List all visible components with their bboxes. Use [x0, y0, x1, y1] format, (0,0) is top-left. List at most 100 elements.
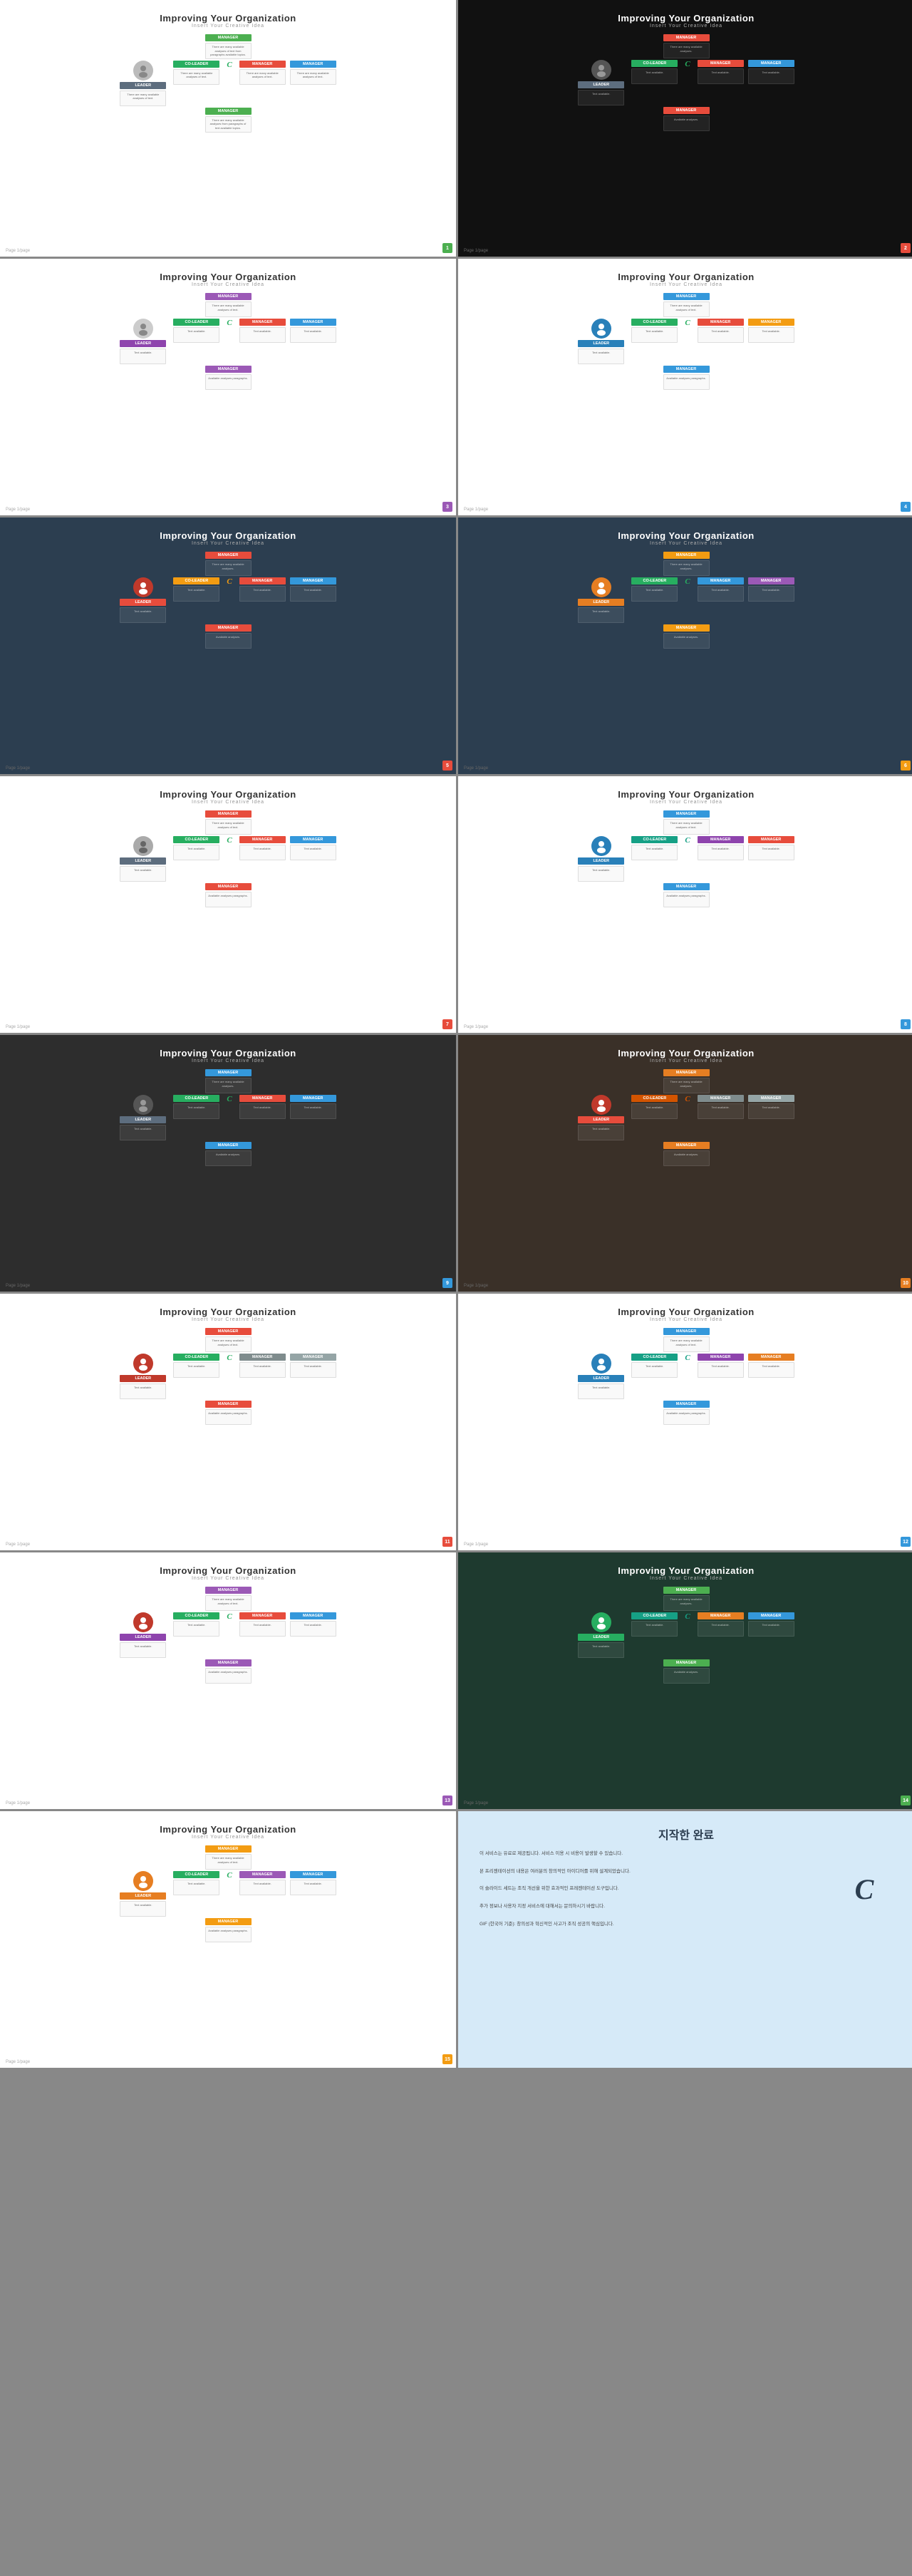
- slide-9-subtitle: Insert Your Creative Idea: [192, 1058, 264, 1063]
- slide-11-subtitle: Insert Your Creative Idea: [192, 1317, 264, 1322]
- slide-10-title: Improving Your Organization: [618, 1048, 754, 1058]
- page-11: Page 1/page: [6, 1542, 30, 1547]
- c-logo-14: C: [685, 1612, 690, 1621]
- page-6: Page 1/page: [464, 766, 488, 771]
- completion-text: 이 서비스는 유료로 제공됩니다. 서비스 이용 시 비용이 발생할 수 있습니…: [480, 1850, 822, 1929]
- slide-6-title: Improving Your Organization: [618, 530, 754, 541]
- badge-12: 12: [901, 1537, 911, 1547]
- slide-10: Improving Your Organization Insert Your …: [458, 1035, 912, 1292]
- top-manager-label: MANAGER: [205, 34, 252, 41]
- badge-6: 6: [901, 761, 911, 771]
- c-logo: C: [227, 61, 232, 69]
- slide-11: Improving Your Organization Insert Your …: [0, 1294, 456, 1550]
- page-5: Page 1/page: [6, 766, 30, 771]
- slide-16-completion: 지작한 완료 이 서비스는 유료로 제공됩니다. 서비스 이용 시 비용이 발생…: [458, 1811, 912, 2068]
- org-chart-2: MANAGER There are many available analyse…: [480, 34, 893, 131]
- slide-6: Improving Your Organization Insert Your …: [458, 517, 912, 774]
- slide-9: Improving Your Organization Insert Your …: [0, 1035, 456, 1292]
- slide-7-subtitle: Insert Your Creative Idea: [192, 800, 264, 805]
- slide-15-subtitle: Insert Your Creative Idea: [192, 1835, 264, 1840]
- c-logo-2: C: [685, 60, 690, 68]
- badge-15: 15: [442, 2054, 452, 2064]
- page-12: Page 1/page: [464, 1542, 488, 1547]
- badge-11: 11: [442, 1537, 452, 1547]
- org-chart-13: MANAGER There are many available analyse…: [21, 1587, 435, 1684]
- slide-14: Improving Your Organization Insert Your …: [458, 1552, 912, 1809]
- badge-3: 3: [442, 502, 452, 512]
- slide-7-title: Improving Your Organization: [160, 789, 296, 800]
- page-1: Page 1/page: [6, 249, 30, 253]
- slides-grid: Improving Your Organization Insert Your …: [0, 0, 912, 2068]
- c-logo-5: C: [227, 577, 232, 586]
- slide-1-subtitle: Insert Your Creative Idea: [192, 24, 264, 29]
- c-logo-10: C: [685, 1095, 690, 1103]
- slide-2-subtitle: Insert Your Creative Idea: [650, 24, 722, 29]
- slide-12-subtitle: Insert Your Creative Idea: [650, 1317, 722, 1322]
- slide-3: Improving Your Organization Insert Your …: [0, 259, 456, 515]
- slide-2: Improving Your Organization Insert Your …: [458, 0, 912, 257]
- badge-4: 4: [901, 502, 911, 512]
- slide-5-title: Improving Your Organization: [160, 530, 296, 541]
- slide-4-subtitle: Insert Your Creative Idea: [650, 282, 722, 287]
- badge-13: 13: [442, 1796, 452, 1805]
- page-7: Page 1/page: [6, 1025, 30, 1029]
- slide-5: Improving Your Organization Insert Your …: [0, 517, 456, 774]
- badge-9: 9: [442, 1278, 452, 1288]
- badge-8: 8: [901, 1019, 911, 1029]
- page-15: Page 1/page: [6, 2060, 30, 2064]
- page-3: Page 1/page: [6, 508, 30, 512]
- org-chart-15: MANAGER There are many available analyse…: [21, 1845, 435, 1942]
- page-2: Page 1/page: [464, 249, 488, 253]
- c-logo-9: C: [227, 1095, 232, 1103]
- org-chart-14: MANAGER There are many available analyse…: [480, 1587, 893, 1684]
- org-chart-11: MANAGER There are many available analyse…: [21, 1328, 435, 1425]
- page-10: Page 1/page: [464, 1284, 488, 1288]
- completion-title: 지작한 완료: [658, 1825, 714, 1843]
- org-chart-12: MANAGER There are many available analyse…: [480, 1328, 893, 1425]
- org-chart-9: MANAGER There are many available analyse…: [21, 1069, 435, 1166]
- completion-content-wrapper: 이 서비스는 유료로 제공됩니다. 서비스 이용 시 비용이 발생할 수 있습니…: [480, 1850, 893, 1929]
- page-13: Page 1/page: [6, 1801, 30, 1805]
- page-14: Page 1/page: [464, 1801, 488, 1805]
- page-8: Page 1/page: [464, 1025, 488, 1029]
- c-logo-12: C: [685, 1354, 690, 1362]
- org-chart-10: MANAGER There are many available analyse…: [480, 1069, 893, 1166]
- org-chart-3: MANAGER There are many available analyse…: [21, 293, 435, 390]
- slide-3-subtitle: Insert Your Creative Idea: [192, 282, 264, 287]
- org-chart-1: MANAGER There are many available analyse…: [21, 34, 435, 133]
- slide-10-subtitle: Insert Your Creative Idea: [650, 1058, 722, 1063]
- org-chart-7: MANAGER There are many available analyse…: [21, 810, 435, 907]
- slide-8-title: Improving Your Organization: [618, 789, 754, 800]
- c-logo-15: C: [227, 1871, 232, 1880]
- badge-10: 10: [901, 1278, 911, 1288]
- slide-12: Improving Your Organization Insert Your …: [458, 1294, 912, 1550]
- slide-14-title: Improving Your Organization: [618, 1565, 754, 1576]
- c-logo-3: C: [227, 319, 232, 327]
- c-logo-7: C: [227, 836, 232, 845]
- c-logo-8: C: [685, 836, 690, 845]
- badge-1: 1: [442, 243, 452, 253]
- slide-13-subtitle: Insert Your Creative Idea: [192, 1576, 264, 1581]
- org-chart-8: MANAGER There are many available analyse…: [480, 810, 893, 907]
- c-logo-11: C: [227, 1354, 232, 1362]
- page-9: Page 1/page: [6, 1284, 30, 1288]
- c-logo-6: C: [685, 577, 690, 586]
- org-chart-6: MANAGER There are many available analyse…: [480, 552, 893, 649]
- slide-13-title: Improving Your Organization: [160, 1565, 296, 1576]
- slide-9-title: Improving Your Organization: [160, 1048, 296, 1058]
- badge-7: 7: [442, 1019, 452, 1029]
- badge-5: 5: [442, 761, 452, 771]
- slide-8: Improving Your Organization Insert Your …: [458, 776, 912, 1033]
- slide-13: Improving Your Organization Insert Your …: [0, 1552, 456, 1809]
- slide-5-subtitle: Insert Your Creative Idea: [192, 541, 264, 546]
- slide-8-subtitle: Insert Your Creative Idea: [650, 800, 722, 805]
- page-4: Page 1/page: [464, 508, 488, 512]
- slide-1: Improving Your Organization Insert Your …: [0, 0, 456, 257]
- org-chart-5: MANAGER There are many available analyse…: [21, 552, 435, 649]
- slide-15-title: Improving Your Organization: [160, 1824, 296, 1835]
- slide-4: Improving Your Organization Insert Your …: [458, 259, 912, 515]
- slide-1-title: Improving Your Organization: [160, 13, 296, 24]
- slide-4-title: Improving Your Organization: [618, 272, 754, 282]
- slide-7: Improving Your Organization Insert Your …: [0, 776, 456, 1033]
- badge-2: 2: [901, 243, 911, 253]
